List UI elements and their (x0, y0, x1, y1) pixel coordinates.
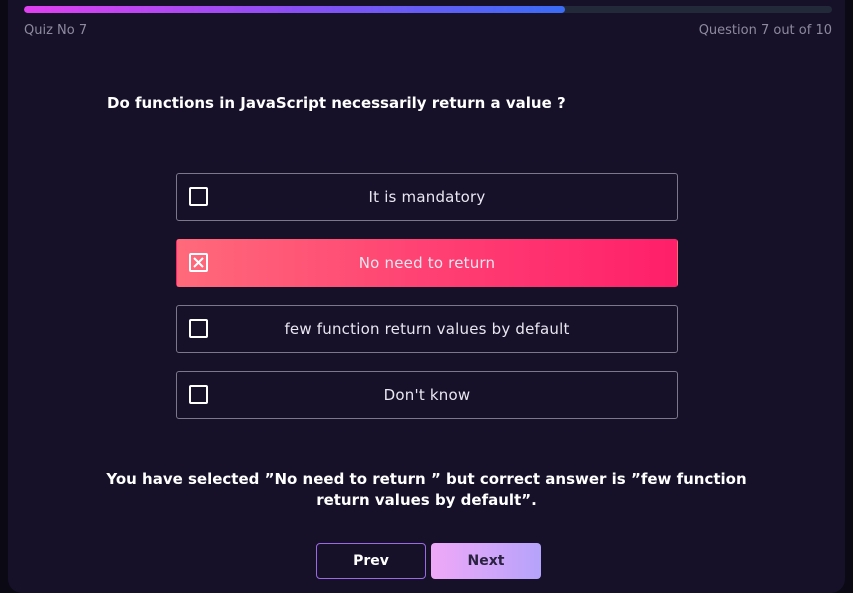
question-text: Do functions in JavaScript necessarily r… (107, 94, 566, 112)
checkbox-icon[interactable] (189, 319, 208, 338)
feedback-line-2: return values by default”. (316, 491, 537, 509)
feedback-line-1: You have selected ”No need to return ” b… (106, 470, 747, 488)
question-counter: Question 7 out of 10 (698, 23, 832, 38)
option-dont-know[interactable]: Don't know (176, 371, 678, 419)
checkbox-icon[interactable] (189, 385, 208, 404)
checkbox-icon[interactable] (189, 187, 208, 206)
progress-bar-fill (24, 6, 566, 13)
checkbox-x-icon[interactable] (189, 253, 208, 272)
progress-bar (24, 6, 832, 13)
prev-button[interactable]: Prev (316, 543, 426, 579)
option-it-is-mandatory[interactable]: It is mandatory (176, 173, 678, 221)
option-label: Don't know (383, 386, 471, 404)
next-button[interactable]: Next (431, 543, 541, 579)
option-label: No need to return (358, 254, 496, 272)
option-few-function-return-values[interactable]: few function return values by default (176, 305, 678, 353)
option-label: few function return values by default (284, 320, 570, 338)
option-no-need-to-return[interactable]: No need to return (176, 239, 678, 287)
option-label: It is mandatory (368, 188, 486, 206)
answer-feedback: You have selected ”No need to return ” b… (100, 469, 753, 511)
quiz-title: Quiz No 7 (24, 23, 88, 38)
